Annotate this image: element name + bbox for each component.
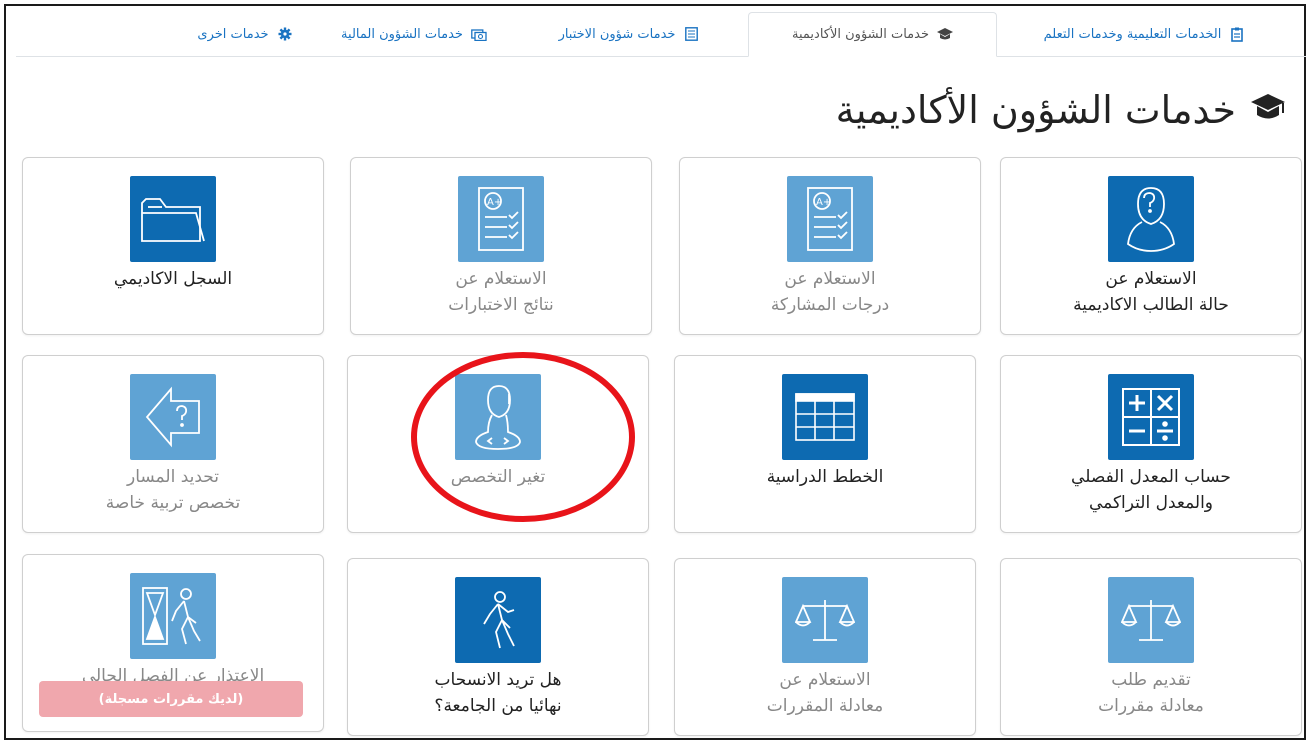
student-switch-icon bbox=[455, 374, 541, 460]
tab-educational-services[interactable]: الخدمات التعليمية وخدمات التعلم bbox=[1003, 12, 1286, 56]
app-frame: الخدمات التعليمية وخدمات التعلم خدمات ال… bbox=[4, 4, 1306, 740]
graduation-cap-icon bbox=[937, 27, 953, 43]
balance-scale-icon bbox=[1108, 577, 1194, 663]
card-course-equivalency-request[interactable]: تقديم طلب معادلة مقررات bbox=[1000, 558, 1302, 736]
balance-scale-icon bbox=[782, 577, 868, 663]
card-label: تقديم طلب معادلة مقررات bbox=[1098, 670, 1204, 716]
direction-question-icon bbox=[130, 374, 216, 460]
card-participation-grades[interactable]: A+ الاستعلام عن درجات المشاركة bbox=[679, 157, 981, 335]
tab-academic-affairs[interactable]: خدمات الشؤون الأكاديمية bbox=[748, 12, 997, 57]
card-label: الاستعلام عن معادلة المقررات bbox=[766, 670, 884, 716]
card-label: الاستعلام عن درجات المشاركة bbox=[770, 269, 890, 315]
card-exam-results[interactable]: A+ الاستعلام عن نتائج الاختبارات bbox=[350, 157, 652, 335]
card-university-withdrawal[interactable]: هل تريد الانسحاب نهائيا من الجامعة؟ bbox=[347, 558, 649, 736]
graded-sheet-icon: A+ bbox=[458, 176, 544, 262]
clipboard-icon bbox=[1229, 26, 1245, 42]
card-course-equivalency-inquiry[interactable]: الاستعلام عن معادلة المقررات bbox=[674, 558, 976, 736]
svg-text:A+: A+ bbox=[816, 197, 831, 208]
page-title-text: خدمات الشؤون الأكاديمية bbox=[835, 88, 1236, 132]
registered-courses-badge: (لديك مقررات مسجلة) bbox=[39, 681, 303, 717]
exam-sheet-icon bbox=[683, 26, 699, 42]
tab-label: خدمات الشؤون الأكاديمية bbox=[792, 27, 929, 42]
graduation-cap-icon bbox=[1250, 88, 1286, 132]
card-change-major[interactable]: تغير التخصص bbox=[347, 355, 649, 533]
table-icon bbox=[782, 374, 868, 460]
tab-financial-affairs[interactable]: خدمات الشؤون المالية bbox=[318, 12, 510, 56]
walking-person-icon bbox=[455, 577, 541, 663]
card-track-selection[interactable]: تحديد المسار تخصص تربية خاصة bbox=[22, 355, 324, 533]
card-academic-record[interactable]: السجل الاكاديمي bbox=[22, 157, 324, 335]
graded-sheet-icon: A+ bbox=[787, 176, 873, 262]
card-label: هل تريد الانسحاب نهائيا من الجامعة؟ bbox=[434, 670, 562, 716]
money-icon bbox=[471, 26, 487, 42]
calculator-icon bbox=[1108, 374, 1194, 460]
gear-icon bbox=[277, 26, 293, 42]
tab-label: خدمات الشؤون المالية bbox=[341, 26, 463, 42]
card-gpa-calculator[interactable]: حساب المعدل الفصلي والمعدل التراكمي bbox=[1000, 355, 1302, 533]
hourglass-person-icon bbox=[130, 573, 216, 659]
card-label: الخطط الدراسية bbox=[766, 467, 884, 487]
card-label: الاستعلام عن حالة الطالب الاكاديمية bbox=[1073, 269, 1229, 315]
card-student-academic-status[interactable]: الاستعلام عن حالة الطالب الاكاديمية bbox=[1000, 157, 1302, 335]
card-label: السجل الاكاديمي bbox=[113, 269, 233, 289]
page-title: خدمات الشؤون الأكاديمية bbox=[836, 80, 1286, 140]
card-label: الاستعلام عن نتائج الاختبارات bbox=[448, 269, 554, 315]
card-label: تحديد المسار تخصص تربية خاصة bbox=[105, 467, 241, 513]
svg-text:A+: A+ bbox=[487, 197, 502, 208]
tab-label: خدمات شؤون الاختبار bbox=[558, 26, 676, 42]
card-label: حساب المعدل الفصلي والمعدل التراكمي bbox=[1071, 467, 1231, 513]
tab-exam-affairs[interactable]: خدمات شؤون الاختبار bbox=[513, 12, 745, 56]
service-tabs: الخدمات التعليمية وخدمات التعلم خدمات ال… bbox=[16, 12, 1306, 57]
tab-other-services[interactable]: خدمات اخرى bbox=[174, 12, 316, 56]
student-question-icon bbox=[1108, 176, 1194, 262]
tab-label: الخدمات التعليمية وخدمات التعلم bbox=[1043, 26, 1222, 42]
folder-icon bbox=[130, 176, 216, 262]
card-label: تغير التخصص bbox=[450, 467, 546, 487]
card-semester-excuse[interactable]: الاعتذار عن الفصل الحالي (لديك مقررات مس… bbox=[22, 554, 324, 732]
card-study-plans[interactable]: الخطط الدراسية bbox=[674, 355, 976, 533]
tab-label: خدمات اخرى bbox=[197, 26, 269, 42]
